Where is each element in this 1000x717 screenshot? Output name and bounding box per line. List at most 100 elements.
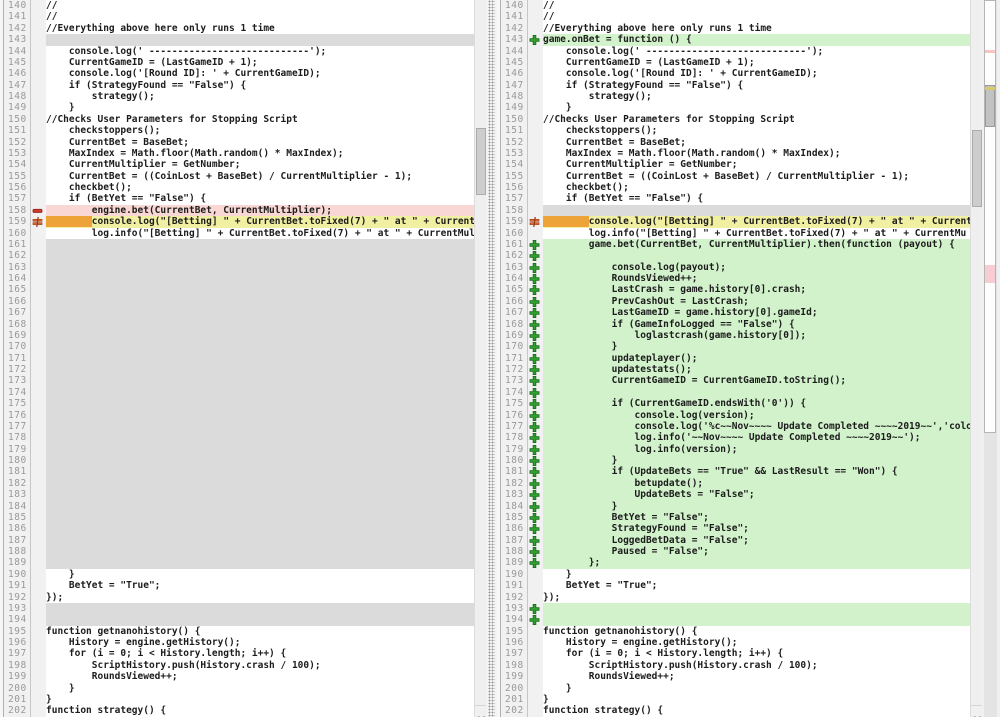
code-text[interactable] (46, 364, 486, 375)
locator-viewport-indicator[interactable] (985, 85, 995, 127)
code-text[interactable]: History = engine.getHistory(); (46, 637, 486, 648)
code-text[interactable]: MaxIndex = Math.floor(Math.random() * Ma… (46, 148, 486, 159)
right-vertical-scrollbar[interactable] (970, 0, 982, 717)
code-text[interactable]: console.log(version); (543, 410, 982, 421)
code-text[interactable]: StrategyFound = "False"; (543, 523, 982, 534)
code-text[interactable]: if (CurrentGameID.endsWith('0')) { (543, 398, 982, 409)
code-text[interactable]: } (543, 455, 982, 466)
code-text[interactable]: CurrentBet = ((CoinLost + BaseBet) / Cur… (46, 171, 486, 182)
code-text[interactable] (543, 250, 982, 261)
code-text[interactable]: CurrentGameID = (LastGameID + 1); (46, 57, 486, 68)
code-text[interactable]: UpdateBets = "False"; (543, 489, 982, 500)
code-text[interactable]: function strategy() { (46, 705, 486, 716)
code-text[interactable]: } (46, 694, 486, 705)
code-text[interactable]: } (46, 683, 486, 694)
code-text[interactable]: if (GameInfoLogged == "False") { (543, 319, 982, 330)
code-text[interactable]: if (StrategyFound == "False") { (46, 80, 486, 91)
code-text[interactable]: function getnanohistory() { (543, 626, 982, 637)
code-text[interactable] (46, 444, 486, 455)
code-text[interactable]: game.onBet = function () { (543, 34, 982, 45)
code-text[interactable]: checkbet(); (543, 182, 982, 193)
code-text[interactable]: CurrentBet = BaseBet; (543, 137, 982, 148)
code-text[interactable] (46, 557, 486, 568)
code-text[interactable] (46, 614, 486, 625)
code-text[interactable]: //Everything above here only runs 1 time (543, 23, 982, 34)
code-text[interactable]: } (46, 102, 486, 113)
code-text[interactable] (46, 421, 486, 432)
code-text[interactable]: RoundsViewed++; (543, 671, 982, 682)
code-text[interactable] (46, 478, 486, 489)
code-text[interactable] (46, 341, 486, 352)
code-text[interactable]: checkbet(); (46, 182, 486, 193)
code-text[interactable]: History = engine.getHistory(); (543, 637, 982, 648)
code-text[interactable] (46, 410, 486, 421)
code-text[interactable] (543, 387, 982, 398)
code-text[interactable] (543, 205, 982, 216)
code-text[interactable]: BetYet = "True"; (543, 580, 982, 591)
locator-track[interactable] (984, 0, 996, 433)
code-text[interactable]: BetYet = "True"; (46, 580, 486, 591)
code-text[interactable] (46, 353, 486, 364)
code-text[interactable]: } (543, 683, 982, 694)
code-text[interactable] (46, 398, 486, 409)
code-text[interactable]: RoundsViewed++; (543, 273, 982, 284)
code-text[interactable] (46, 319, 486, 330)
code-text[interactable]: } (543, 501, 982, 512)
code-text[interactable]: strategy(); (543, 91, 982, 102)
code-text[interactable]: //Checks User Parameters for Stopping Sc… (543, 114, 982, 125)
code-text[interactable] (46, 273, 486, 284)
code-text[interactable]: CurrentBet = ((CoinLost + BaseBet) / Cur… (543, 171, 982, 182)
code-text[interactable]: } (543, 341, 982, 352)
code-text[interactable]: }; (543, 557, 982, 568)
code-text[interactable]: Paused = "False"; (543, 546, 982, 557)
left-scrollbar-thumb[interactable] (476, 128, 486, 195)
code-text[interactable] (46, 546, 486, 557)
code-text[interactable]: CurrentMultiplier = GetNumber; (543, 159, 982, 170)
code-text[interactable]: console.log('%c~~Nov~~~~ Update Complete… (543, 421, 982, 432)
left-scroll-down-button[interactable] (475, 705, 486, 717)
code-text[interactable]: console.log('[Round ID]: ' + CurrentGame… (46, 68, 486, 79)
code-text[interactable]: //Checks User Parameters for Stopping Sc… (46, 114, 486, 125)
code-text[interactable]: MaxIndex = Math.floor(Math.random() * Ma… (543, 148, 982, 159)
code-text[interactable] (46, 535, 486, 546)
code-text[interactable]: log.info('~~Nov~~~~ Update Completed ~~~… (543, 432, 982, 443)
code-text[interactable] (46, 501, 486, 512)
left-vertical-scrollbar[interactable] (474, 0, 486, 717)
code-text[interactable] (46, 307, 486, 318)
code-text[interactable]: CurrentBet = BaseBet; (46, 137, 486, 148)
code-text[interactable]: engine.bet(CurrentBet, CurrentMultiplier… (46, 205, 486, 216)
code-text[interactable] (46, 262, 486, 273)
code-text[interactable] (46, 239, 486, 250)
code-text[interactable]: console.log(payout); (543, 262, 982, 273)
code-text[interactable] (46, 489, 486, 500)
code-text[interactable]: updatestats(); (543, 364, 982, 375)
code-text[interactable]: for (i = 0; i < History.length; i++) { (46, 648, 486, 659)
code-text[interactable]: strategy(); (46, 91, 486, 102)
code-text[interactable] (46, 296, 486, 307)
code-text[interactable]: game.bet(CurrentBet, CurrentMultiplier).… (543, 239, 982, 250)
code-text[interactable]: log.info("[Betting] " + CurrentBet.toFix… (46, 228, 486, 239)
code-text[interactable]: // (543, 11, 982, 22)
code-text[interactable]: loglastcrash(game.history[0]); (543, 330, 982, 341)
code-text[interactable] (46, 512, 486, 523)
code-text[interactable]: // (46, 11, 486, 22)
code-text[interactable] (543, 614, 982, 625)
code-text[interactable]: checkstoppers(); (543, 125, 982, 136)
code-text[interactable]: if (BetYet == "False") { (46, 193, 486, 204)
code-text[interactable] (46, 432, 486, 443)
code-text[interactable]: LastGameID = game.history[0].gameId; (543, 307, 982, 318)
code-text[interactable] (543, 603, 982, 614)
code-text[interactable] (46, 466, 486, 477)
code-text[interactable]: if (UpdateBets == "True" && LastResult =… (543, 466, 982, 477)
code-text[interactable]: console.log(' --------------------------… (543, 46, 982, 57)
code-text[interactable]: ScriptHistory.push(History.crash / 100); (46, 660, 486, 671)
code-text[interactable]: } (543, 694, 982, 705)
code-text[interactable]: updateplayer(); (543, 353, 982, 364)
code-text[interactable]: PrevCashOut = LastCrash; (543, 296, 982, 307)
code-text[interactable] (46, 375, 486, 386)
code-text[interactable]: //Everything above here only runs 1 time (46, 23, 486, 34)
code-text[interactable]: for (i = 0; i < History.length; i++) { (543, 648, 982, 659)
pane-splitter[interactable] (486, 0, 497, 717)
code-text[interactable]: console.log("[Betting] " + CurrentBet.to… (46, 216, 486, 227)
right-scrollbar-thumb[interactable] (972, 130, 982, 207)
